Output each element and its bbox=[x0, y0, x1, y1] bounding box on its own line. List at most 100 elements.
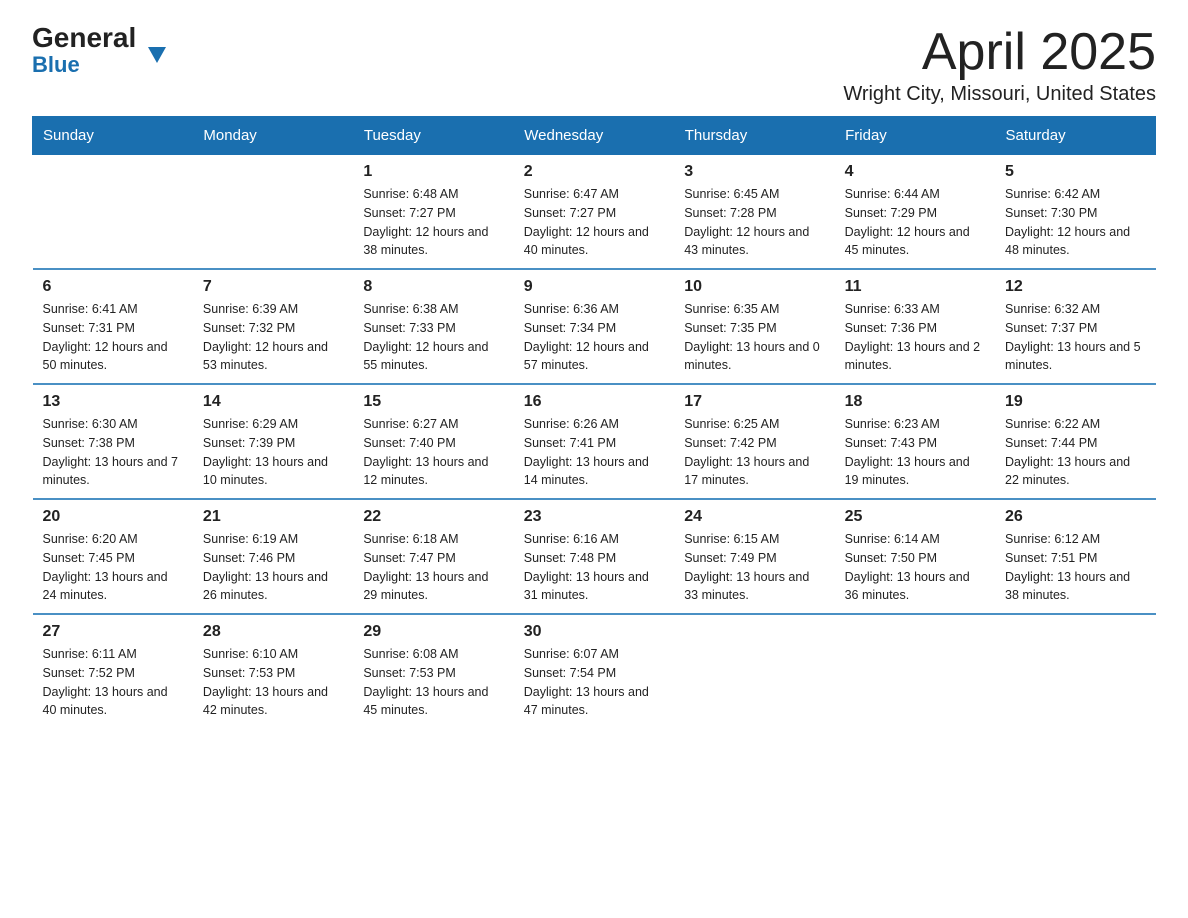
calendar-cell: 17Sunrise: 6:25 AMSunset: 7:42 PMDayligh… bbox=[674, 384, 834, 499]
calendar-week-row: 1 Sunrise: 6:48 AMSunset: 7:27 PMDaylight… bbox=[33, 155, 1156, 270]
day-number: 7 bbox=[203, 278, 343, 296]
calendar-cell: 6 Sunrise: 6:41 AMSunset: 7:31 PMDaylight… bbox=[33, 269, 193, 384]
day-number: 28 bbox=[203, 623, 343, 641]
calendar-cell: 12 Sunrise: 6:32 AMSunset: 7:37 PMDayligh… bbox=[995, 269, 1155, 384]
day-info: Sunrise: 6:44 AMSunset: 7:29 PMDaylight:… bbox=[845, 185, 985, 260]
calendar-cell: 19 Sunrise: 6:22 AMSunset: 7:44 PMDayligh… bbox=[995, 384, 1155, 499]
logo: General Blue bbox=[32, 24, 146, 78]
day-number: 4 bbox=[845, 163, 985, 181]
day-info: Sunrise: 6:08 AMSunset: 7:53 PMDaylight:… bbox=[363, 645, 503, 720]
day-number: 8 bbox=[363, 278, 503, 296]
calendar-cell: 2Sunrise: 6:47 AMSunset: 7:27 PMDaylight… bbox=[514, 155, 674, 270]
day-number: 10 bbox=[684, 278, 824, 296]
day-info: Sunrise: 6:48 AMSunset: 7:27 PMDaylight:… bbox=[363, 185, 503, 260]
day-number: 1 bbox=[363, 163, 503, 181]
day-info: Sunrise: 6:20 AMSunset: 7:45 PMDaylight:… bbox=[43, 530, 183, 605]
day-info: Sunrise: 6:32 AMSunset: 7:37 PMDaylight:… bbox=[1005, 300, 1145, 375]
day-info: Sunrise: 6:16 AMSunset: 7:48 PMDaylight:… bbox=[524, 530, 664, 605]
day-info: Sunrise: 6:42 AMSunset: 7:30 PMDaylight:… bbox=[1005, 185, 1145, 260]
day-number: 9 bbox=[524, 278, 664, 296]
calendar-cell: 10 Sunrise: 6:35 AMSunset: 7:35 PMDayligh… bbox=[674, 269, 834, 384]
day-number: 11 bbox=[845, 278, 985, 296]
day-number: 14 bbox=[203, 393, 343, 411]
day-info: Sunrise: 6:45 AMSunset: 7:28 PMDaylight:… bbox=[684, 185, 824, 260]
calendar-cell: 22Sunrise: 6:18 AMSunset: 7:47 PMDayligh… bbox=[353, 499, 513, 614]
day-number: 20 bbox=[43, 508, 183, 526]
day-info: Sunrise: 6:33 AMSunset: 7:36 PMDaylight:… bbox=[845, 300, 985, 375]
day-number: 19 bbox=[1005, 393, 1145, 411]
calendar-cell bbox=[193, 155, 353, 270]
page-header: General Blue April 2025 Wright City, Mis… bbox=[32, 24, 1156, 106]
day-info: Sunrise: 6:14 AMSunset: 7:50 PMDaylight:… bbox=[845, 530, 985, 605]
day-number: 15 bbox=[363, 393, 503, 411]
day-number: 27 bbox=[43, 623, 183, 641]
day-number: 16 bbox=[524, 393, 664, 411]
calendar-cell: 20 Sunrise: 6:20 AMSunset: 7:45 PMDayligh… bbox=[33, 499, 193, 614]
calendar-cell: 7Sunrise: 6:39 AMSunset: 7:32 PMDaylight… bbox=[193, 269, 353, 384]
day-number: 24 bbox=[684, 508, 824, 526]
calendar-cell: 28 Sunrise: 6:10 AMSunset: 7:53 PMDayligh… bbox=[193, 614, 353, 728]
calendar-cell: 25 Sunrise: 6:14 AMSunset: 7:50 PMDayligh… bbox=[835, 499, 995, 614]
calendar-cell: 27 Sunrise: 6:11 AMSunset: 7:52 PMDayligh… bbox=[33, 614, 193, 728]
calendar-cell: 30Sunrise: 6:07 AMSunset: 7:54 PMDayligh… bbox=[514, 614, 674, 728]
calendar-table: SundayMondayTuesdayWednesdayThursdayFrid… bbox=[32, 116, 1156, 728]
day-info: Sunrise: 6:12 AMSunset: 7:51 PMDaylight:… bbox=[1005, 530, 1145, 605]
calendar-cell: 18 Sunrise: 6:23 AMSunset: 7:43 PMDayligh… bbox=[835, 384, 995, 499]
calendar-cell: 9 Sunrise: 6:36 AMSunset: 7:34 PMDaylight… bbox=[514, 269, 674, 384]
day-number: 2 bbox=[524, 163, 664, 181]
calendar-cell: 11 Sunrise: 6:33 AMSunset: 7:36 PMDayligh… bbox=[835, 269, 995, 384]
day-info: Sunrise: 6:11 AMSunset: 7:52 PMDaylight:… bbox=[43, 645, 183, 720]
day-number: 23 bbox=[524, 508, 664, 526]
calendar-week-row: 27 Sunrise: 6:11 AMSunset: 7:52 PMDayligh… bbox=[33, 614, 1156, 728]
calendar-cell: 15 Sunrise: 6:27 AMSunset: 7:40 PMDayligh… bbox=[353, 384, 513, 499]
day-number: 12 bbox=[1005, 278, 1145, 296]
day-info: Sunrise: 6:19 AMSunset: 7:46 PMDaylight:… bbox=[203, 530, 343, 605]
calendar-cell: 14 Sunrise: 6:29 AMSunset: 7:39 PMDayligh… bbox=[193, 384, 353, 499]
calendar-cell: 8Sunrise: 6:38 AMSunset: 7:33 PMDaylight… bbox=[353, 269, 513, 384]
col-header-tuesday: Tuesday bbox=[353, 117, 513, 155]
day-info: Sunrise: 6:36 AMSunset: 7:34 PMDaylight:… bbox=[524, 300, 664, 375]
calendar-cell: 5Sunrise: 6:42 AMSunset: 7:30 PMDaylight… bbox=[995, 155, 1155, 270]
page-title: April 2025 bbox=[843, 24, 1156, 81]
calendar-cell: 4 Sunrise: 6:44 AMSunset: 7:29 PMDaylight… bbox=[835, 155, 995, 270]
col-header-sunday: Sunday bbox=[33, 117, 193, 155]
day-info: Sunrise: 6:27 AMSunset: 7:40 PMDaylight:… bbox=[363, 415, 503, 490]
day-number: 25 bbox=[845, 508, 985, 526]
calendar-week-row: 20 Sunrise: 6:20 AMSunset: 7:45 PMDayligh… bbox=[33, 499, 1156, 614]
day-info: Sunrise: 6:41 AMSunset: 7:31 PMDaylight:… bbox=[43, 300, 183, 375]
day-info: Sunrise: 6:26 AMSunset: 7:41 PMDaylight:… bbox=[524, 415, 664, 490]
calendar-cell: 21 Sunrise: 6:19 AMSunset: 7:46 PMDayligh… bbox=[193, 499, 353, 614]
calendar-week-row: 13Sunrise: 6:30 AMSunset: 7:38 PMDayligh… bbox=[33, 384, 1156, 499]
calendar-cell bbox=[33, 155, 193, 270]
page-subtitle: Wright City, Missouri, United States bbox=[843, 83, 1156, 106]
day-info: Sunrise: 6:35 AMSunset: 7:35 PMDaylight:… bbox=[684, 300, 824, 375]
day-number: 3 bbox=[684, 163, 824, 181]
calendar-cell: 13Sunrise: 6:30 AMSunset: 7:38 PMDayligh… bbox=[33, 384, 193, 499]
day-number: 30 bbox=[524, 623, 664, 641]
calendar-cell: 29 Sunrise: 6:08 AMSunset: 7:53 PMDayligh… bbox=[353, 614, 513, 728]
col-header-wednesday: Wednesday bbox=[514, 117, 674, 155]
logo-text-general: General bbox=[32, 24, 146, 52]
day-number: 18 bbox=[845, 393, 985, 411]
day-info: Sunrise: 6:30 AMSunset: 7:38 PMDaylight:… bbox=[43, 415, 183, 490]
day-info: Sunrise: 6:10 AMSunset: 7:53 PMDaylight:… bbox=[203, 645, 343, 720]
day-number: 6 bbox=[43, 278, 183, 296]
day-number: 21 bbox=[203, 508, 343, 526]
day-info: Sunrise: 6:15 AMSunset: 7:49 PMDaylight:… bbox=[684, 530, 824, 605]
calendar-cell: 26 Sunrise: 6:12 AMSunset: 7:51 PMDayligh… bbox=[995, 499, 1155, 614]
calendar-cell: 3 Sunrise: 6:45 AMSunset: 7:28 PMDaylight… bbox=[674, 155, 834, 270]
col-header-friday: Friday bbox=[835, 117, 995, 155]
calendar-cell bbox=[835, 614, 995, 728]
calendar-cell: 24 Sunrise: 6:15 AMSunset: 7:49 PMDayligh… bbox=[674, 499, 834, 614]
calendar-header-row: SundayMondayTuesdayWednesdayThursdayFrid… bbox=[33, 117, 1156, 155]
day-info: Sunrise: 6:29 AMSunset: 7:39 PMDaylight:… bbox=[203, 415, 343, 490]
day-info: Sunrise: 6:22 AMSunset: 7:44 PMDaylight:… bbox=[1005, 415, 1145, 490]
calendar-cell: 23 Sunrise: 6:16 AMSunset: 7:48 PMDayligh… bbox=[514, 499, 674, 614]
calendar-cell bbox=[995, 614, 1155, 728]
day-number: 29 bbox=[363, 623, 503, 641]
day-info: Sunrise: 6:23 AMSunset: 7:43 PMDaylight:… bbox=[845, 415, 985, 490]
calendar-cell: 16 Sunrise: 6:26 AMSunset: 7:41 PMDayligh… bbox=[514, 384, 674, 499]
calendar-cell: 1 Sunrise: 6:48 AMSunset: 7:27 PMDaylight… bbox=[353, 155, 513, 270]
calendar-cell bbox=[674, 614, 834, 728]
day-number: 26 bbox=[1005, 508, 1145, 526]
